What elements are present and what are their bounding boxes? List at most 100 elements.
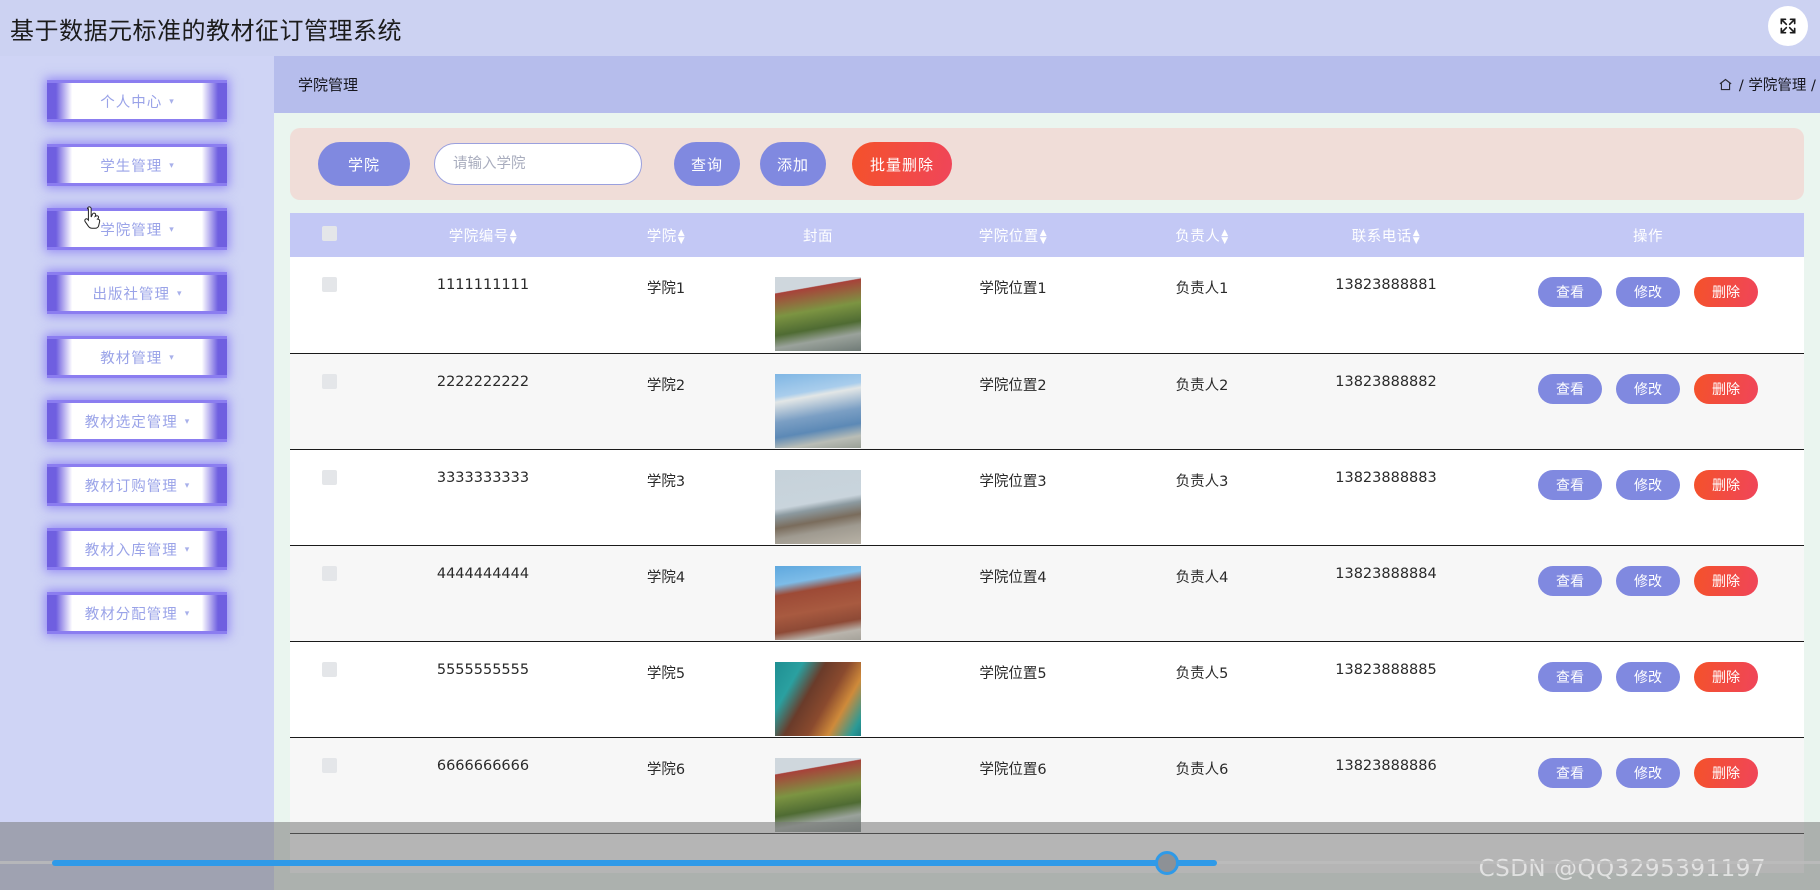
table-header-row: 学院编号 ▲ ▼ 学院 ▲ ▼ 封面 学院位置 ▲ ▼ 负责人 ▲ ▼ 联系电话 ▲ ▼ 操作 [290, 213, 1804, 257]
sidebar-item-label: 学生管理 [100, 158, 163, 175]
column-header-college[interactable]: 学院 ▲ ▼ [598, 213, 734, 257]
sidebar-item-label: 教材选定管理 [84, 414, 178, 431]
sidebar-item-textbook-distribution-management[interactable]: 教材分配管理 ▾ [47, 592, 227, 634]
delete-button[interactable]: 删除 [1694, 469, 1758, 500]
delete-button[interactable]: 删除 [1694, 277, 1758, 307]
row-checkbox-cell[interactable] [290, 545, 368, 642]
sort-icon[interactable]: ▲ ▼ [1221, 228, 1228, 245]
view-button[interactable]: 查看 [1538, 661, 1602, 692]
cell-location: 学院位置2 [902, 353, 1124, 450]
college-cover-image [775, 757, 861, 832]
sidebar-item-textbook-management[interactable]: 教材管理 ▾ [47, 336, 227, 378]
table-row[interactable]: 1111111111 学院1 学院位置1 负责人1 13823888881 查看… [290, 257, 1804, 354]
sidebar-item-college-management[interactable]: 学院管理 ▾ [47, 208, 227, 250]
sort-icon[interactable]: ▲ ▼ [1040, 228, 1047, 245]
row-checkbox[interactable] [321, 757, 337, 773]
column-header-phone[interactable]: 联系电话 ▲ ▼ [1280, 213, 1492, 257]
sidebar-item-textbook-inbound-management[interactable]: 教材入库管理 ▾ [47, 528, 227, 570]
home-icon[interactable] [1718, 77, 1733, 92]
cell-phone: 13823888885 [1280, 641, 1492, 738]
horizontal-scrollbar[interactable] [0, 851, 1820, 875]
sort-icon[interactable]: ▲ ▼ [510, 228, 517, 245]
edit-button[interactable]: 修改 [1616, 277, 1680, 307]
table-row[interactable]: 5555555555 学院5 学院位置5 负责人5 13823888885 查看… [290, 641, 1804, 738]
breadcrumb-text: / 学院管理 / 学院列 [1738, 78, 1820, 94]
batch-delete-button[interactable]: 批量删除 [852, 142, 952, 186]
delete-button[interactable]: 删除 [1694, 661, 1758, 692]
view-button[interactable]: 查看 [1538, 277, 1602, 307]
row-checkbox[interactable] [321, 277, 337, 292]
cell-location: 学院位置6 [902, 737, 1124, 834]
college-cover-image [775, 373, 861, 448]
table-row[interactable]: 6666666666 学院6 学院位置6 负责人6 13823888886 查看… [290, 737, 1804, 834]
table-row[interactable]: 4444444444 学院4 学院位置4 负责人4 13823888884 查看… [290, 545, 1804, 642]
view-button[interactable]: 查看 [1538, 565, 1602, 596]
row-checkbox-cell[interactable] [290, 353, 368, 450]
row-checkbox[interactable] [321, 565, 337, 581]
row-checkbox-cell[interactable] [290, 257, 368, 354]
cell-college: 学院6 [598, 737, 734, 834]
edit-button[interactable]: 修改 [1616, 757, 1680, 788]
edit-button[interactable]: 修改 [1616, 565, 1680, 596]
table-row[interactable]: 2222222222 学院2 学院位置2 负责人2 13823888882 查看… [290, 353, 1804, 450]
scrollbar-handle[interactable] [1155, 851, 1179, 875]
cell-actions: 查看 修改 删除 [1492, 257, 1804, 354]
add-button[interactable]: 添加 [760, 142, 826, 186]
row-checkbox[interactable] [321, 661, 337, 677]
cell-college: 学院5 [598, 641, 734, 738]
cell-manager: 负责人6 [1124, 737, 1280, 834]
chevron-down-icon: ▾ [169, 223, 174, 234]
view-button[interactable]: 查看 [1538, 757, 1602, 788]
row-checkbox[interactable] [321, 469, 337, 485]
view-button[interactable]: 查看 [1538, 469, 1602, 500]
edit-button[interactable]: 修改 [1616, 469, 1680, 500]
cell-cover [734, 545, 902, 642]
column-header-code[interactable]: 学院编号 ▲ ▼ [368, 213, 598, 257]
delete-button[interactable]: 删除 [1694, 565, 1758, 596]
college-cover-image [775, 661, 861, 736]
view-button[interactable]: 查看 [1538, 373, 1602, 404]
field-label-button[interactable]: 学院 [318, 142, 410, 186]
chevron-down-icon: ▾ [169, 95, 174, 106]
select-all-checkbox[interactable] [321, 225, 337, 241]
column-header-location[interactable]: 学院位置 ▲ ▼ [902, 213, 1124, 257]
cell-phone: 13823888881 [1280, 257, 1492, 354]
column-header-cover: 封面 [734, 213, 902, 257]
row-checkbox[interactable] [321, 373, 337, 389]
row-checkbox-cell[interactable] [290, 737, 368, 834]
row-checkbox-cell[interactable] [290, 449, 368, 546]
sidebar-item-textbook-selection-management[interactable]: 教材选定管理 ▾ [47, 400, 227, 442]
sidebar-item-student-management[interactable]: 学生管理 ▾ [47, 144, 227, 186]
chevron-down-icon: ▾ [184, 607, 190, 618]
edit-button[interactable]: 修改 [1616, 373, 1680, 404]
fullscreen-expand-icon[interactable] [1768, 6, 1808, 46]
search-input[interactable] [434, 143, 642, 185]
cell-actions: 查看 修改 删除 [1492, 641, 1804, 738]
cell-cover [734, 449, 902, 546]
cell-manager: 负责人1 [1124, 257, 1280, 354]
delete-button[interactable]: 删除 [1694, 757, 1758, 788]
edit-button[interactable]: 修改 [1616, 661, 1680, 692]
sidebar-item-publisher-management[interactable]: 出版社管理 ▾ [47, 272, 227, 314]
sort-icon[interactable]: ▲ ▼ [678, 228, 685, 245]
cell-actions: 查看 修改 删除 [1492, 545, 1804, 642]
cell-actions: 查看 修改 删除 [1492, 449, 1804, 546]
application-window: 基于数据元标准的教材征订管理系统 个人中心 ▾ 学生管理 ▾ 学院管理 ▾ 出版… [0, 0, 1820, 890]
sidebar-item-textbook-order-management[interactable]: 教材订购管理 ▾ [47, 464, 227, 506]
select-all-header[interactable] [290, 213, 368, 257]
breadcrumb[interactable]: / 学院管理 / 学院列 [1718, 74, 1820, 95]
row-checkbox-cell[interactable] [290, 641, 368, 738]
table-row[interactable]: 3333333333 学院3 学院位置3 负责人3 13823888883 查看… [290, 449, 1804, 546]
cell-college: 学院4 [598, 545, 734, 642]
page-title: 学院管理 [298, 76, 359, 94]
sidebar-item-label: 出版社管理 [92, 286, 170, 303]
sidebar-item-label: 个人中心 [100, 94, 163, 111]
sidebar-item-personal-center[interactable]: 个人中心 ▾ [47, 80, 227, 122]
cell-college: 学院3 [598, 449, 734, 546]
sort-icon[interactable]: ▲ ▼ [1413, 228, 1420, 245]
page-body: 个人中心 ▾ 学生管理 ▾ 学院管理 ▾ 出版社管理 ▾ 教材管理 ▾ 教材选定… [0, 56, 1820, 890]
query-button[interactable]: 查询 [674, 142, 740, 186]
college-table-container[interactable]: 学院编号 ▲ ▼ 学院 ▲ ▼ 封面 学院位置 ▲ ▼ 负责人 ▲ ▼ 联系电话 ▲ ▼ 操作 [290, 213, 1804, 873]
column-header-manager[interactable]: 负责人 ▲ ▼ [1124, 213, 1280, 257]
delete-button[interactable]: 删除 [1694, 373, 1758, 404]
